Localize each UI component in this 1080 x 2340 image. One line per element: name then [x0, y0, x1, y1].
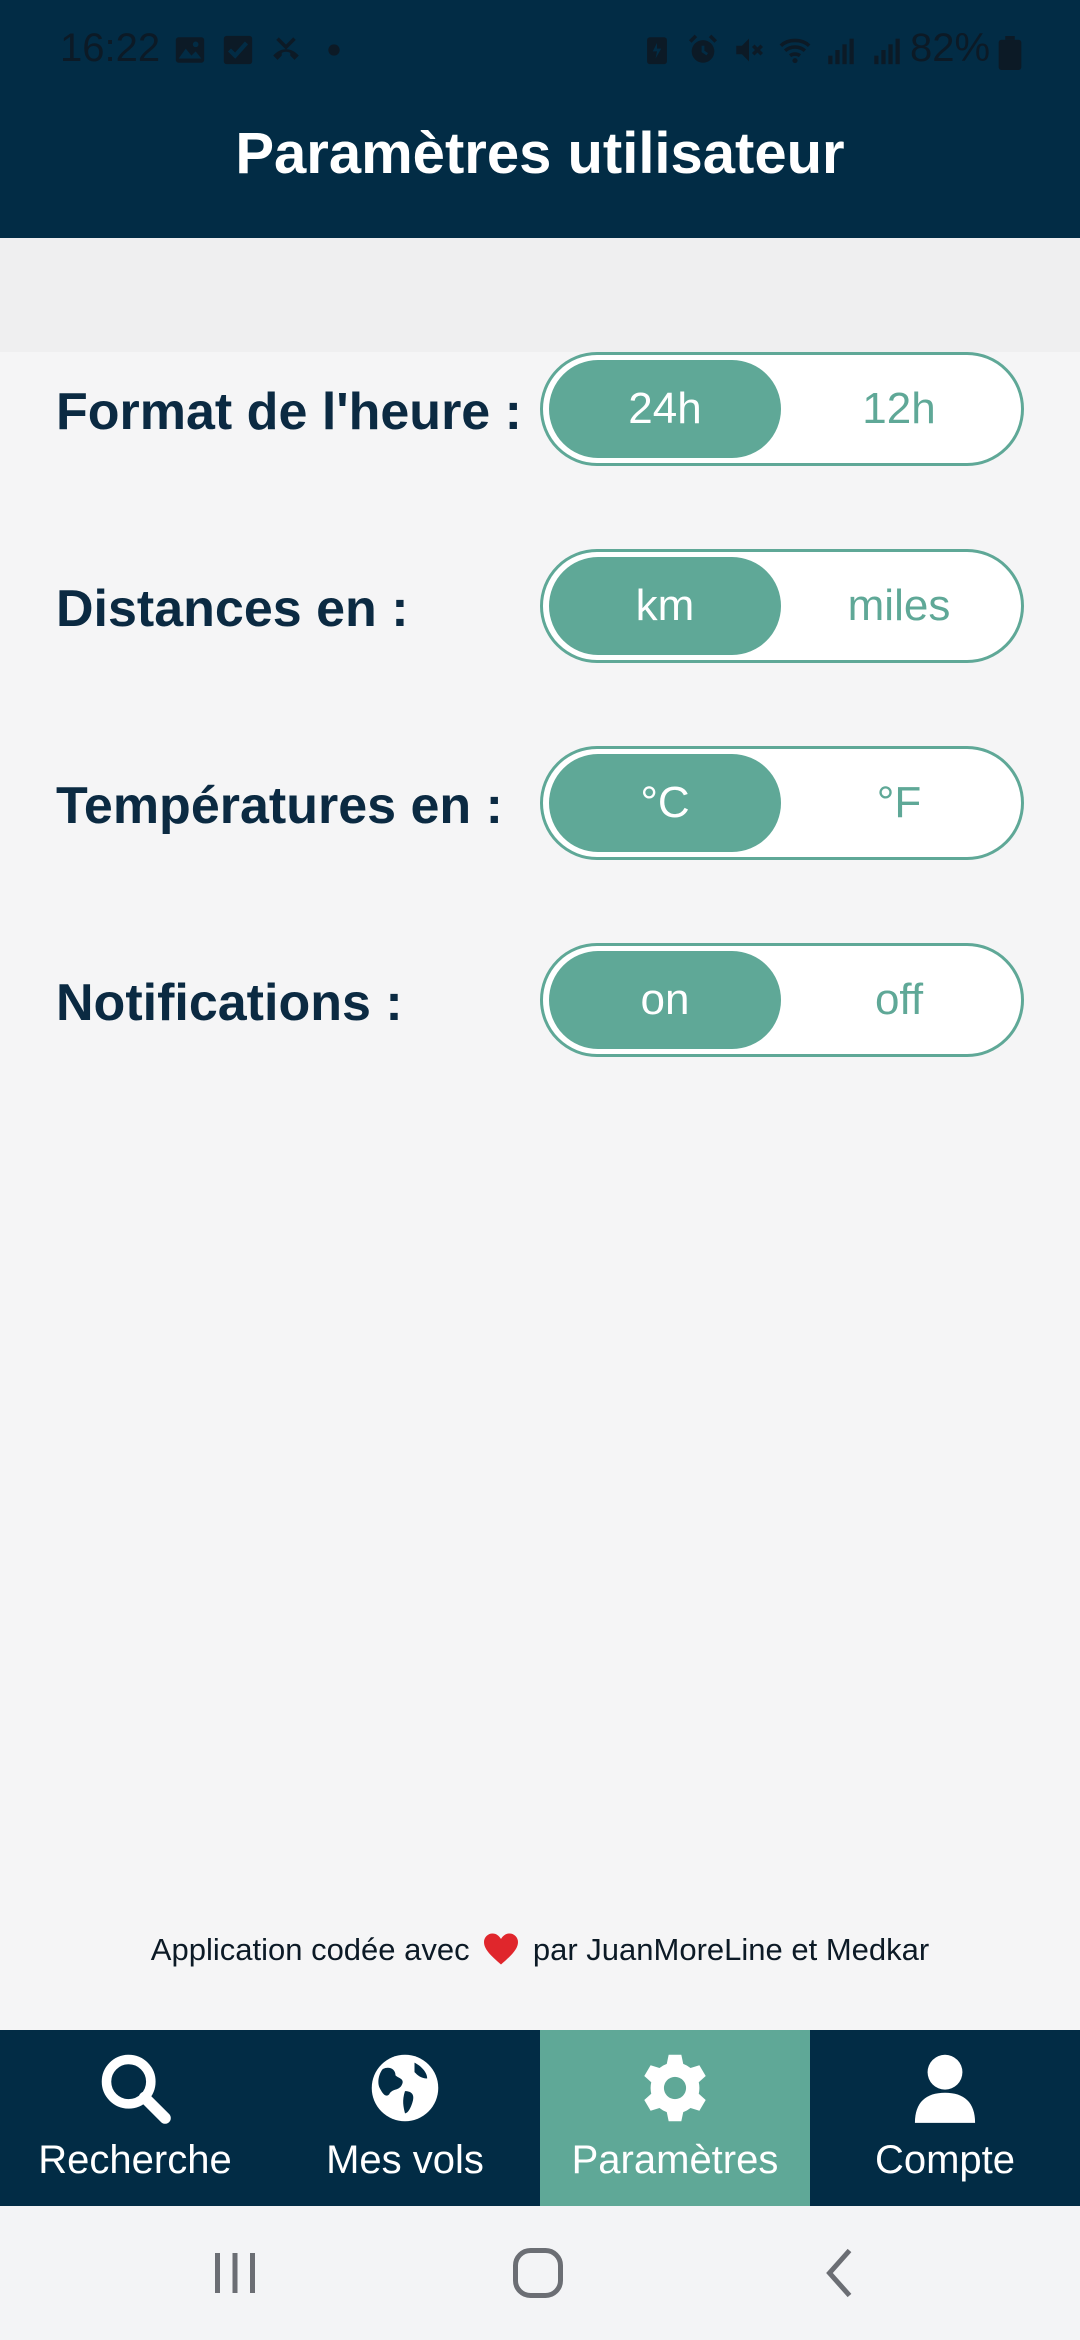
setting-temperature-unit: Températures en : °C °F [0, 746, 1080, 860]
gallery-icon [175, 37, 205, 63]
distance-unit-toggle[interactable]: km miles [540, 549, 1024, 663]
header-spacer [0, 238, 1080, 352]
system-nav-bar [0, 2206, 1080, 2340]
user-icon [914, 2054, 976, 2123]
setting-label: Notifications : [56, 974, 403, 1032]
status-bar: 16:22 82% [0, 0, 1080, 104]
status-right-icons [640, 33, 904, 67]
app-credit: Application codée avec par JuanMoreLine … [0, 1932, 1080, 1968]
nav-item-parametres[interactable]: Paramètres [540, 2030, 810, 2206]
recent-apps-icon[interactable] [205, 2243, 265, 2303]
missed-call-icon [273, 37, 299, 60]
option-24h[interactable]: 24h [549, 360, 781, 458]
temperature-unit-toggle[interactable]: °C °F [540, 746, 1024, 860]
option-fahrenheit[interactable]: °F [783, 754, 1015, 852]
time-format-toggle[interactable]: 24h 12h [540, 352, 1024, 466]
credit-text: Application codée avec [150, 1932, 470, 1967]
back-icon[interactable] [812, 2243, 872, 2303]
option-off[interactable]: off [783, 951, 1015, 1049]
option-miles[interactable]: miles [783, 557, 1015, 655]
globe-icon [371, 2054, 439, 2122]
setting-label: Distances en : [56, 580, 409, 638]
nav-label: Recherche [38, 2138, 232, 2182]
search-icon [101, 2054, 171, 2124]
task-check-icon [223, 35, 253, 65]
bottom-nav: Recherche Mes vols Paramètres Compte [0, 2030, 1080, 2206]
battery-icon [998, 36, 1022, 70]
settings-screen: 16:22 82% Paramètres utilisateur Format … [0, 0, 1080, 2340]
credit-authors: par JuanMoreLine et Medkar [532, 1932, 930, 1967]
dot-icon [328, 44, 340, 56]
nav-item-compte[interactable]: Compte [810, 2030, 1080, 2206]
signal-icon [828, 38, 854, 65]
status-left-icons [173, 33, 351, 67]
setting-notifications: Notifications : on off [0, 943, 1080, 1057]
battery-level: 82% [910, 26, 991, 70]
alarm-icon [688, 34, 718, 63]
setting-label: Format de l'heure : [56, 383, 522, 441]
option-km[interactable]: km [549, 557, 781, 655]
heart-icon [484, 1933, 519, 1965]
battery-saver-icon [647, 37, 667, 65]
wifi-icon [779, 38, 811, 64]
option-celsius[interactable]: °C [549, 754, 781, 852]
nav-label: Mes vols [326, 2138, 484, 2182]
notifications-toggle[interactable]: on off [540, 943, 1024, 1057]
nav-item-mes-vols[interactable]: Mes vols [270, 2030, 540, 2206]
setting-label: Températures en : [56, 777, 503, 835]
setting-time-format: Format de l'heure : 24h 12h [0, 352, 1080, 466]
option-12h[interactable]: 12h [783, 360, 1015, 458]
nav-item-recherche[interactable]: Recherche [0, 2030, 270, 2206]
gear-icon [644, 2054, 706, 2122]
status-time: 16:22 [60, 26, 161, 70]
mute-icon [736, 38, 764, 62]
option-on[interactable]: on [549, 951, 781, 1049]
setting-distance-unit: Distances en : km miles [0, 549, 1080, 663]
signal-icon [874, 38, 900, 65]
page-title: Paramètres utilisateur [235, 121, 845, 186]
nav-label: Paramètres [571, 2138, 779, 2182]
home-icon[interactable] [508, 2243, 568, 2303]
app-header: 16:22 82% Paramètres utilisateur [0, 0, 1080, 238]
nav-label: Compte [874, 2138, 1016, 2182]
